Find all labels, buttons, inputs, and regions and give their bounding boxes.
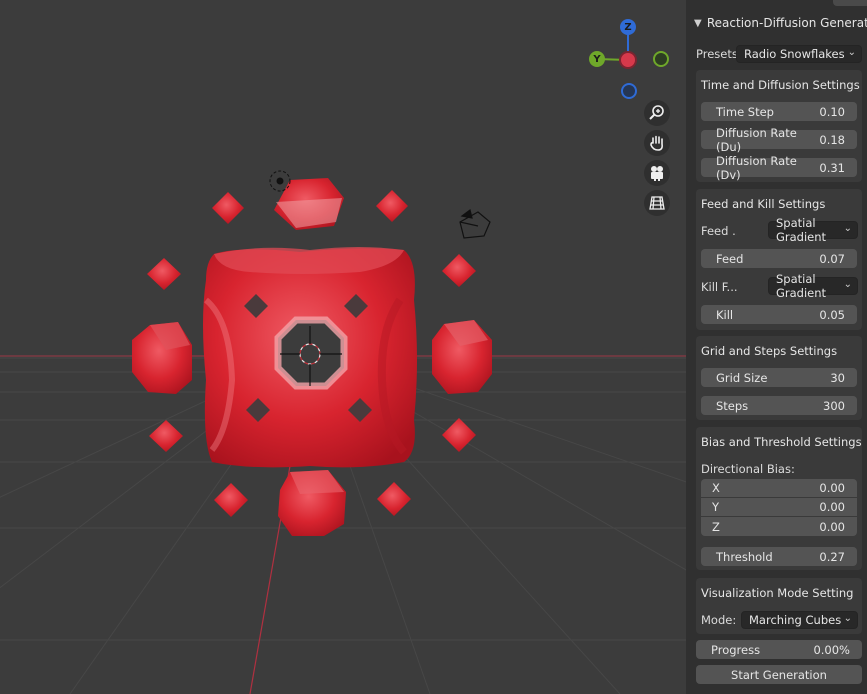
chevron-down-icon: ⌄: [847, 47, 856, 58]
kill-label: Kill: [716, 307, 734, 322]
start-generation-label: Start Generation: [731, 667, 827, 682]
grid-size-value: 30: [830, 370, 845, 385]
progress-value: 0.00%: [813, 642, 850, 657]
presets-dropdown[interactable]: Radio Snowflakes ⌄: [736, 45, 862, 63]
hand-pan-icon[interactable]: [644, 130, 670, 156]
bias-z-value: 0.00: [819, 519, 845, 534]
grid-size-label: Grid Size: [716, 370, 768, 385]
steps-field[interactable]: Steps 300: [701, 396, 857, 415]
time-step-field[interactable]: Time Step 0.10: [701, 102, 857, 121]
gizmo-neg-y-axis[interactable]: [653, 51, 669, 67]
grid-steps-title: Grid and Steps Settings: [701, 344, 838, 358]
mode-value: Marching Cubes: [749, 613, 842, 627]
bias-z-field[interactable]: Z 0.00: [701, 517, 857, 536]
gizmo-x-axis[interactable]: [619, 51, 637, 69]
directional-bias-vector: X 0.00 Y 0.00 Z 0.00: [701, 479, 857, 536]
feed-kill-box: Feed and Kill Settings Feed ... Spatial …: [696, 189, 862, 330]
presets-value: Radio Snowflakes: [744, 47, 845, 61]
feed-mode-dropdown[interactable]: Spatial Gradient ⌄: [768, 216, 858, 244]
gizmo-z-label: Z: [624, 21, 632, 33]
steps-value: 300: [823, 398, 845, 413]
visualization-box: Visualization Mode Setting Mode: Marchin…: [696, 578, 862, 634]
chevron-down-icon: ⌄: [843, 223, 852, 234]
grid-steps-box: Grid and Steps Settings Grid Size 30 Ste…: [696, 336, 862, 420]
diffusion-dv-label: Diffusion Rate (Dv): [716, 153, 797, 182]
diffusion-du-label: Diffusion Rate (Du): [716, 125, 797, 154]
bias-y-label: Y: [712, 500, 720, 514]
kill-value: 0.05: [819, 307, 845, 322]
camera-object-icon: [459, 208, 491, 239]
object-main-cube: [203, 247, 417, 468]
presets-row: Presets:: [696, 44, 742, 64]
light-icon: [269, 170, 291, 192]
time-diffusion-box: Time and Diffusion Settings Time Step 0.…: [696, 70, 862, 182]
feed-label: Feed: [716, 251, 744, 266]
chevron-down-icon: ⌄: [843, 279, 852, 290]
feed-value: 0.07: [819, 251, 845, 266]
time-step-value: 0.10: [819, 104, 845, 119]
diffusion-du-field[interactable]: Diffusion Rate (Du) 0.18: [701, 126, 857, 154]
presets-label: Presets:: [696, 47, 742, 61]
gizmo-neg-z-axis[interactable]: [621, 83, 637, 99]
gizmo-z-axis[interactable]: Z: [620, 19, 636, 35]
progress-bar: Progress 0.00%: [696, 640, 862, 659]
bias-x-field[interactable]: X 0.00: [701, 479, 857, 498]
bias-y-field[interactable]: Y 0.00: [701, 498, 857, 517]
feed-field[interactable]: Feed 0.07: [701, 249, 857, 268]
time-diffusion-title: Time and Diffusion Settings: [701, 78, 860, 92]
diffusion-dv-value: 0.31: [819, 160, 845, 175]
bias-y-value: 0.00: [819, 500, 845, 514]
kill-field[interactable]: Kill 0.05: [701, 305, 857, 324]
bias-z-label: Z: [712, 519, 720, 534]
mode-label: Mode:: [701, 613, 737, 627]
start-generation-button[interactable]: Start Generation: [696, 665, 862, 684]
diffusion-du-value: 0.18: [819, 132, 845, 147]
diffusion-dv-field[interactable]: Diffusion Rate (Dv) 0.31: [701, 154, 857, 182]
kill-mode-dropdown[interactable]: Spatial Gradient ⌄: [768, 272, 858, 300]
camera-icon[interactable]: [644, 160, 670, 186]
chevron-down-icon: ▼: [694, 17, 702, 29]
kill-mode-label: Kill F...: [701, 280, 738, 294]
gizmo-y-axis[interactable]: Y: [589, 51, 605, 67]
gizmo-lines: [596, 27, 629, 61]
visualization-title: Visualization Mode Setting: [701, 586, 854, 600]
steps-label: Steps: [716, 398, 749, 413]
threshold-field[interactable]: Threshold 0.27: [701, 547, 857, 566]
bias-x-label: X: [712, 481, 720, 495]
sidebar-panel: ▼ Reaction-Diffusion Generator Presets: …: [686, 0, 867, 694]
chevron-down-icon: ⌄: [843, 613, 852, 624]
grid-view-icon[interactable]: [644, 190, 670, 216]
grid-size-field[interactable]: Grid Size 30: [701, 368, 857, 387]
panel-header[interactable]: ▼ Reaction-Diffusion Generator: [686, 12, 867, 34]
directional-bias-label: Directional Bias:: [701, 462, 795, 476]
threshold-label: Threshold: [716, 549, 773, 564]
3d-viewport[interactable]: Z Y: [0, 0, 686, 694]
feed-mode-label: Feed ...: [701, 224, 737, 238]
zoom-icon[interactable]: [644, 100, 670, 126]
bias-threshold-title: Bias and Threshold Settings: [701, 435, 862, 449]
feed-kill-title: Feed and Kill Settings: [701, 197, 826, 211]
progress-label: Progress: [711, 642, 761, 657]
threshold-value: 0.27: [819, 549, 845, 564]
time-step-label: Time Step: [716, 104, 774, 119]
bias-threshold-box: Bias and Threshold Settings Directional …: [696, 427, 862, 570]
panel-title: Reaction-Diffusion Generator: [706, 16, 867, 30]
mode-dropdown[interactable]: Marching Cubes ⌄: [741, 611, 858, 629]
bias-x-value: 0.00: [819, 481, 845, 495]
sidebar-tab[interactable]: [833, 0, 867, 6]
gizmo-y-label: Y: [593, 53, 601, 65]
